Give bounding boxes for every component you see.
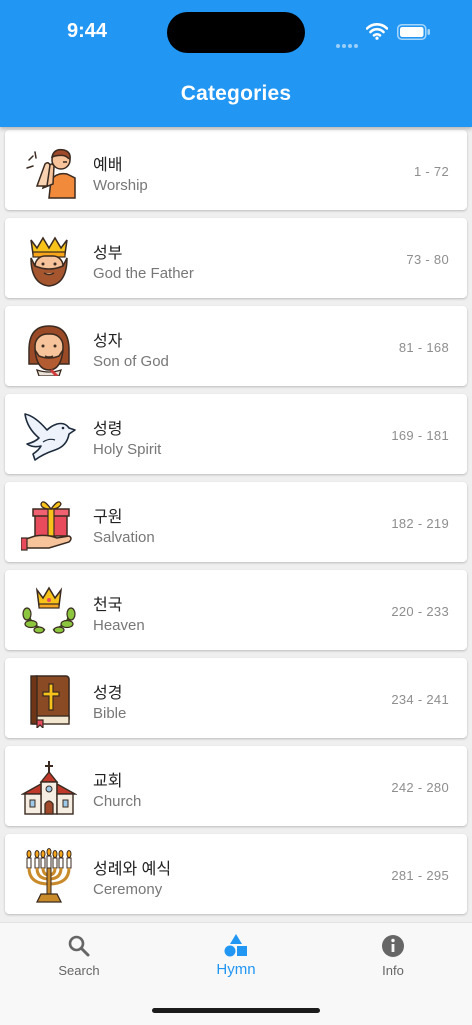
hymn-range: 182 - 219: [391, 516, 449, 531]
church-building-icon: [21, 761, 77, 815]
hymn-range: 169 - 181: [391, 428, 449, 443]
category-english-label: Holy Spirit: [93, 441, 162, 458]
category-english-label: Worship: [93, 177, 148, 194]
hymn-range: 234 - 241: [391, 692, 449, 707]
category-english-label: Bible: [93, 705, 127, 722]
bottom-tab-bar: Search Hymn Info: [0, 922, 472, 1025]
wifi-icon: [366, 23, 388, 40]
hymn-range: 220 - 233: [391, 604, 449, 619]
menorah-icon: [26, 848, 72, 903]
battery-icon: [397, 24, 430, 40]
dynamic-island: [167, 12, 305, 53]
category-card-bible[interactable]: 성경 Bible 234 - 241: [5, 658, 467, 738]
category-card-church[interactable]: 교회 Church 242 - 280: [5, 746, 467, 826]
category-card-holy-spirit[interactable]: 성령 Holy Spirit 169 - 181: [5, 394, 467, 474]
home-indicator[interactable]: [152, 1008, 320, 1013]
search-icon: [68, 935, 90, 957]
status-time: 9:44: [67, 20, 108, 42]
category-card-heaven[interactable]: 천국 Heaven 220 - 233: [5, 570, 467, 650]
tab-label: Info: [382, 963, 404, 978]
tab-label: Hymn: [216, 961, 256, 978]
hymn-range: 281 - 295: [391, 868, 449, 883]
category-korean-label: 성경: [93, 685, 123, 702]
category-english-label: Son of God: [93, 353, 169, 370]
category-english-label: God the Father: [93, 265, 194, 282]
category-english-label: Ceremony: [93, 881, 163, 898]
bible-book-icon: [30, 675, 70, 728]
crowned-king-icon: [30, 236, 68, 287]
category-card-salvation[interactable]: 구원 Salvation 182 - 219: [5, 482, 467, 562]
cellular-signal-icon: [336, 35, 360, 48]
category-korean-label: 구원: [93, 509, 123, 526]
gift-in-hand-icon: [21, 501, 72, 551]
hymn-range: 242 - 280: [391, 780, 449, 795]
info-icon: [382, 935, 404, 957]
tab-label: Search: [58, 963, 100, 978]
tab-info[interactable]: Info: [333, 933, 453, 978]
hymn-range: 1 - 72: [413, 164, 449, 179]
category-korean-label: 예배: [93, 157, 123, 174]
category-korean-label: 성부: [93, 245, 123, 262]
hymn-range: 73 - 80: [406, 252, 449, 267]
tab-hymn[interactable]: Hymn: [176, 933, 296, 978]
category-card-son-of-god[interactable]: 성자 Son of God 81 - 168: [5, 306, 467, 386]
category-korean-label: 천국: [93, 597, 123, 614]
app-bar: 9:44 Categories: [0, 0, 472, 127]
shapes-icon: [224, 934, 247, 957]
category-english-label: Church: [93, 793, 142, 810]
category-card-god-the-father[interactable]: 성부 God the Father 73 - 80: [5, 218, 467, 298]
hymn-range: 81 - 168: [398, 340, 449, 355]
dove-icon: [24, 413, 76, 461]
category-korean-label: 성례와 예식: [93, 861, 172, 878]
page-title: Categories: [180, 82, 292, 105]
category-korean-label: 성령: [93, 421, 123, 438]
category-card-ceremony[interactable]: 성례와 예식 Ceremony 281 - 295: [5, 834, 467, 914]
crown-laurel-icon: [22, 586, 76, 634]
category-korean-label: 성자: [93, 333, 123, 350]
category-english-label: Heaven: [93, 617, 145, 634]
category-card-worship[interactable]: 예배 Worship 1 - 72: [5, 130, 467, 210]
category-english-label: Salvation: [93, 529, 155, 546]
jesus-face-icon: [28, 325, 70, 376]
tab-search[interactable]: Search: [19, 933, 139, 978]
praying-man-icon: [26, 148, 76, 199]
category-korean-label: 교회: [93, 773, 123, 790]
